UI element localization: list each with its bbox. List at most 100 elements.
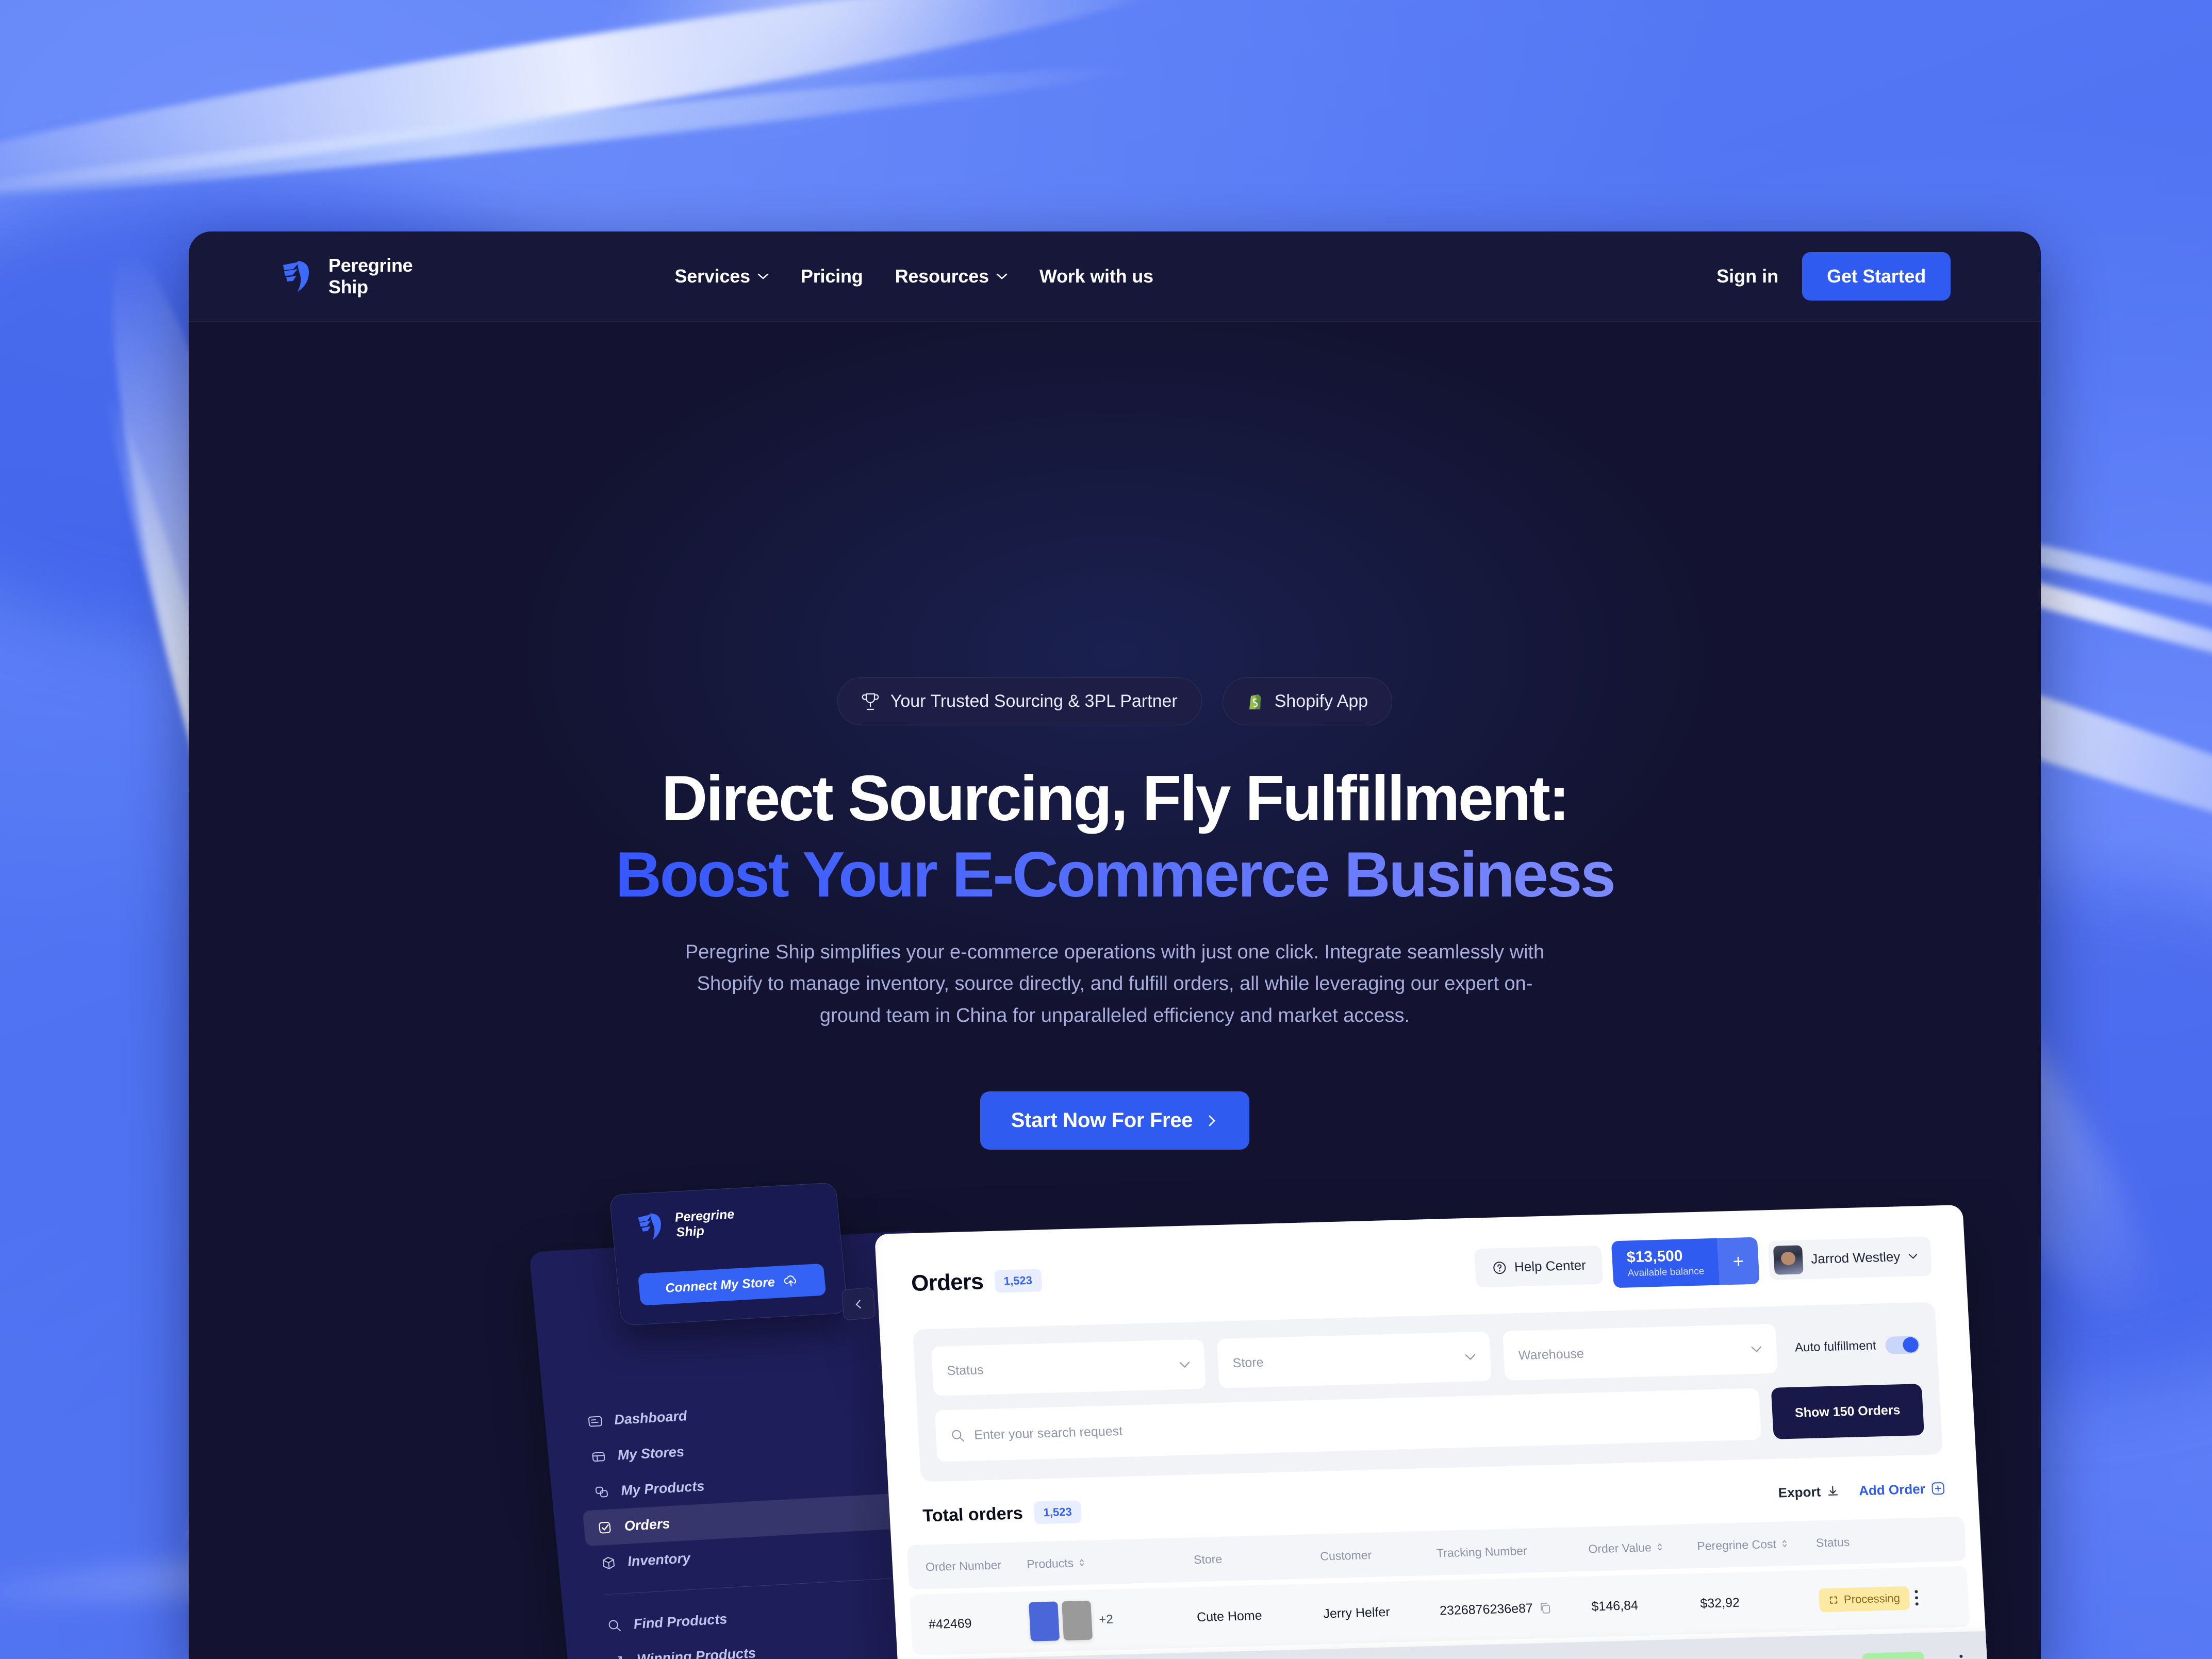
hero-card: Peregrine Ship Services Pricing Resource… [189,231,2041,1659]
column-products[interactable]: Products [1027,1553,1194,1571]
mock-brand-name: Peregrine Ship [674,1207,737,1240]
nav-item-label: Work with us [1039,266,1153,287]
mock-brand-line2: Ship [675,1223,705,1240]
chevron-down-icon [1909,1254,1918,1259]
cta-label: Start Now For Free [1011,1109,1193,1132]
column-store: Store [1193,1552,1223,1566]
badge-shopify-app[interactable]: Shopify App [1222,677,1393,725]
avatar [1773,1245,1804,1275]
user-menu[interactable]: Jarrod Westley [1768,1236,1933,1280]
cell-order-value: $146,84 [1591,1598,1639,1614]
search-icon [608,1619,621,1631]
status-badge: Processing [1818,1586,1910,1613]
inventory-box-icon [602,1556,615,1569]
sidebar-item-label: My Stores [617,1444,685,1463]
add-order-button[interactable]: Add Order [1858,1480,1945,1498]
badge-label: Shopify App [1274,691,1368,711]
store-select-label: Store [1232,1355,1264,1370]
get-started-button[interactable]: Get Started [1802,252,1951,301]
sidebar-item-label: My Products [620,1478,705,1499]
chevron-down-icon [1751,1346,1761,1352]
row-menu-button[interactable] [1914,1590,1919,1606]
processing-icon [1829,1596,1838,1604]
navbar: Peregrine Ship Services Pricing Resource… [189,231,2041,322]
hero-title-line1: Direct Sourcing, Fly Fulfillment: [661,763,1570,834]
badge-label: Your Trusted Sourcing & 3PL Partner [890,691,1178,711]
warehouse-select[interactable]: Warehouse [1503,1323,1778,1381]
filter-selects: Status Store Warehouse Auto fulfillment [931,1320,1921,1396]
mock-brand: Peregrine Ship [609,1183,840,1245]
cell-peregrine-cost: $32,92 [1699,1595,1740,1611]
trophy-icon [862,693,879,710]
nav-item-label: Resources [895,266,989,287]
cell-products: +2 [1029,1598,1198,1641]
sidebar-item-label: Orders [623,1516,671,1534]
auto-fulfillment-toggle[interactable] [1885,1336,1920,1354]
help-center-button[interactable]: Help Center [1474,1245,1604,1288]
total-orders-label: Total orders [922,1503,1024,1525]
products-icon [595,1486,608,1497]
user-name: Jarrod Westley [1810,1249,1901,1267]
shopify-bag-icon [1249,694,1261,709]
orders-title: Orders [910,1268,984,1296]
nav-item-pricing[interactable]: Pricing [801,266,863,287]
total-orders-count: 1,523 [1033,1500,1082,1524]
connect-my-store-button[interactable]: Connect My Store [637,1263,827,1306]
cloud-upload-icon [784,1275,797,1287]
collapse-sidebar-button[interactable] [841,1287,876,1321]
nav-actions: Sign in Get Started [1716,252,1951,301]
cell-store: Cute Home [1196,1608,1263,1624]
row-menu-button[interactable] [1959,1654,1964,1659]
show-orders-button[interactable]: Show 150 Orders [1771,1384,1925,1439]
product-thumbnail [1062,1600,1093,1641]
hero-title-line2: Boost Your E-Commerce Business [189,840,2041,910]
balance-info: $13,500 Available balance [1611,1238,1720,1288]
mock-logo-card: Peregrine Ship Connect My Store [609,1182,848,1326]
brand-name-line1: Peregrine [328,255,413,276]
download-icon [1828,1486,1838,1496]
orders-header-actions: Help Center $13,500 Available balance + … [1474,1233,1933,1292]
status-label: Done [1887,1657,1916,1659]
auto-fulfillment-control: Auto fulfillment [1789,1336,1920,1357]
stores-icon [592,1451,605,1462]
badge-trusted-partner[interactable]: Your Trusted Sourcing & 3PL Partner [837,677,1202,725]
orders-count-badge: 1,523 [994,1268,1043,1293]
store-select[interactable]: Store [1217,1331,1492,1388]
sign-in-link[interactable]: Sign in [1716,266,1778,287]
cell-actions [1914,1589,1951,1606]
sort-icon [1782,1540,1787,1548]
dashboard-icon [588,1416,602,1427]
nav-item-resources[interactable]: Resources [895,266,1008,287]
copy-icon[interactable] [1539,1601,1551,1614]
search-row: Enter your search request Show 150 Order… [934,1384,1925,1462]
search-input[interactable]: Enter your search request [934,1388,1761,1462]
product-thumbnail [1029,1601,1060,1641]
hero-subtitle: Peregrine Ship simplifies your e-commerc… [685,941,1545,1026]
nav-links: Services Pricing Resources Work with us [674,266,1153,287]
tracking-value: 2326876236e87 [1439,1600,1533,1618]
export-button[interactable]: Export [1778,1483,1840,1501]
chevron-down-icon [757,273,769,279]
add-funds-button[interactable]: + [1716,1237,1760,1285]
nav-item-services[interactable]: Services [674,266,769,287]
nav-item-label: Pricing [800,266,863,287]
status-select[interactable]: Status [931,1339,1207,1396]
column-order-value[interactable]: Order Value [1588,1539,1697,1556]
sidebar-divider [604,1577,911,1595]
brand-name-line2: Ship [328,276,368,297]
more-products-count: +2 [1098,1612,1114,1627]
nav-item-work-with-us[interactable]: Work with us [1039,266,1153,287]
add-order-label: Add Order [1858,1481,1926,1498]
balance-widget[interactable]: $13,500 Available balance + [1611,1237,1760,1288]
column-peregrine-cost[interactable]: Peregrine Cost [1697,1536,1817,1553]
wing-logo-icon [283,261,309,292]
chevron-down-icon [1465,1354,1476,1360]
brand-logo-group[interactable]: Peregrine Ship [279,255,413,298]
cell-customer: Jerry Helfer [1323,1604,1391,1621]
cell-status: Processing [1818,1586,1916,1613]
page-title: Direct Sourcing, Fly Fulfillment: Boost … [189,763,2041,910]
mock-orders-panel: Orders 1,523 Help Center $13,500 Availab… [874,1204,1999,1659]
start-now-for-free-button[interactable]: Start Now For Free [980,1091,1250,1150]
plus-box-icon [1932,1482,1944,1495]
export-label: Export [1777,1483,1821,1501]
